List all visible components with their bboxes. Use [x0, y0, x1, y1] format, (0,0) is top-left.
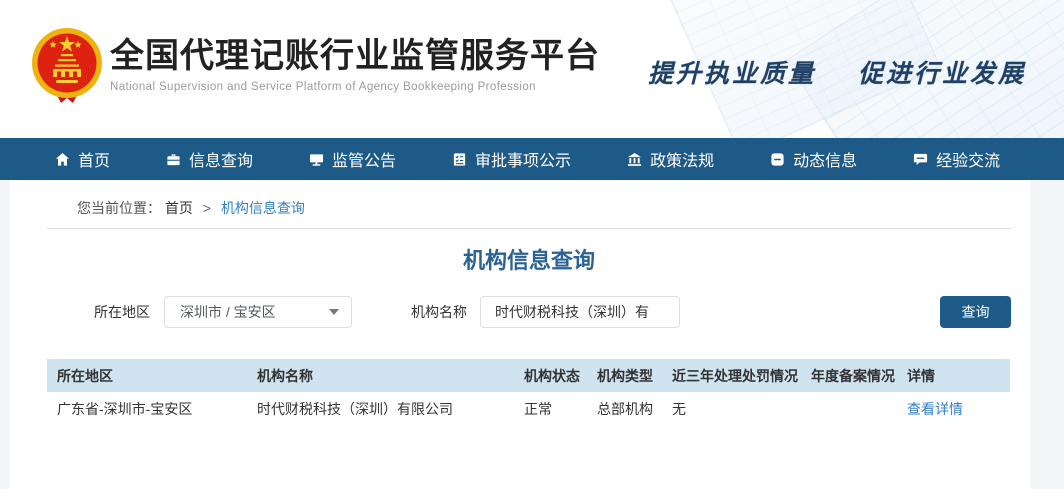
- chevron-down-icon: [329, 309, 339, 315]
- table-row: 广东省-深圳市-宝安区 时代财税科技（深圳）有限公司 正常 总部机构 无 查看详…: [47, 392, 1010, 425]
- cell-detail: 查看详情: [897, 392, 1010, 425]
- nav-item-approval-publicity[interactable]: 审批事项公示: [452, 147, 571, 171]
- region-select-value: 深圳市 / 宝安区: [180, 304, 276, 320]
- site-subtitle: National Supervision and Service Platfor…: [110, 81, 536, 93]
- breadcrumb-current: 机构信息查询: [220, 200, 305, 216]
- home-icon: [55, 152, 70, 166]
- nav-item-dynamic-info[interactable]: 动态信息: [770, 147, 857, 171]
- col-detail: 详情: [897, 359, 1010, 392]
- nav-label: 经验交流: [936, 153, 1001, 170]
- site-title: 全国代理记账行业监管服务平台: [110, 37, 600, 75]
- nav-item-info-query[interactable]: 信息查询: [166, 147, 253, 171]
- search-form: 所在地区 深圳市 / 宝安区 机构名称 查询: [47, 296, 1011, 328]
- nav-label: 审批事项公示: [475, 153, 572, 170]
- breadcrumb-home-link[interactable]: 首页: [165, 200, 193, 216]
- checklist-icon: [453, 152, 466, 166]
- chat-icon: [914, 153, 928, 165]
- main-container: 您当前位置： 首页 > 机构信息查询 机构信息查询 所在地区 深圳市 / 宝安区…: [10, 180, 1030, 489]
- org-name-label: 机构名称: [411, 304, 467, 320]
- breadcrumb-prefix: 您当前位置：: [77, 200, 161, 216]
- search-button[interactable]: 查询: [940, 296, 1011, 328]
- col-status: 机构状态: [514, 359, 587, 392]
- col-filing: 年度备案情况: [801, 359, 897, 392]
- cell-filing: [801, 392, 897, 425]
- page-title: 机构信息查询: [462, 248, 595, 273]
- nav-label: 政策法规: [650, 153, 715, 170]
- breadcrumb: 您当前位置： 首页 > 机构信息查询: [77, 198, 1011, 218]
- col-org-name: 机构名称: [247, 359, 514, 392]
- region-select[interactable]: 深圳市 / 宝安区: [164, 296, 352, 328]
- briefcase-icon: [167, 153, 180, 165]
- nav-label: 首页: [78, 153, 111, 170]
- cell-type: 总部机构: [587, 392, 662, 425]
- col-type: 机构类型: [587, 359, 662, 392]
- cell-org-name: 时代财税科技（深圳）有限公司: [247, 392, 514, 425]
- bank-icon: [628, 152, 642, 166]
- breadcrumb-separator: >: [202, 200, 211, 216]
- cell-penalty: 无: [662, 392, 801, 425]
- nav-item-experience-exchange[interactable]: 经验交流: [913, 147, 1000, 171]
- slogan-left: 提升执业质量: [647, 59, 816, 88]
- cell-status: 正常: [514, 392, 587, 425]
- region-label: 所在地区: [94, 304, 150, 320]
- slogan-right: 促进行业发展: [857, 59, 1026, 88]
- main-nav: 首页 信息查询 监管公告 审批事项公示 政策法规 动态信息 经验交流: [0, 138, 1064, 180]
- header-slogan: 提升执业质量 促进行业发展: [648, 54, 1026, 90]
- table-header-row: 所在地区 机构名称 机构状态 机构类型 近三年处理处罚情况 年度备案情况 详情: [47, 359, 1010, 392]
- col-penalty: 近三年处理处罚情况: [662, 359, 801, 392]
- view-detail-link[interactable]: 查看详情: [907, 401, 963, 417]
- minus-square-icon: [771, 152, 784, 166]
- col-region: 所在地区: [47, 359, 247, 392]
- nav-label: 信息查询: [189, 153, 254, 170]
- site-header: 全国代理记账行业监管服务平台 National Supervision and …: [0, 0, 1064, 138]
- nav-item-supervision-notice[interactable]: 监管公告: [309, 147, 396, 171]
- results-table: 所在地区 机构名称 机构状态 机构类型 近三年处理处罚情况 年度备案情况 详情 …: [47, 359, 1010, 425]
- nav-item-home[interactable]: 首页: [55, 147, 110, 171]
- breadcrumb-divider: [47, 228, 1011, 229]
- nav-label: 动态信息: [793, 153, 858, 170]
- nav-item-policies[interactable]: 政策法规: [627, 147, 714, 171]
- cell-region: 广东省-深圳市-宝安区: [47, 392, 247, 425]
- org-name-input[interactable]: [480, 296, 680, 328]
- nav-label: 监管公告: [332, 153, 397, 170]
- monitor-icon: [309, 153, 324, 166]
- national-emblem-logo: [32, 28, 102, 103]
